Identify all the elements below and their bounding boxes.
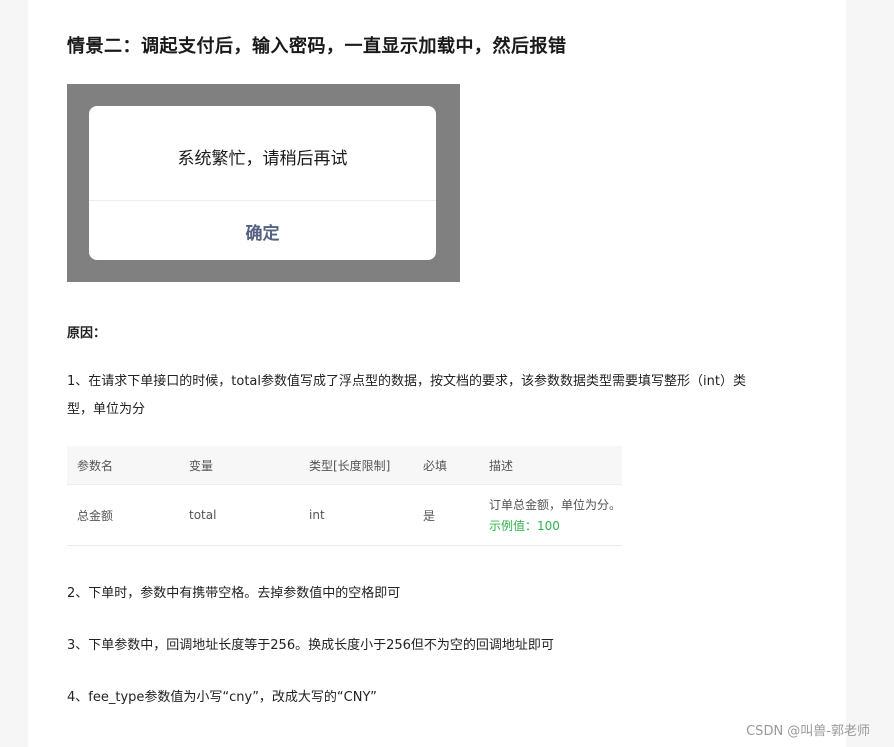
header-required: 必填 <box>413 446 479 485</box>
example-value: 示例值：100 <box>489 519 560 533</box>
cell-type: int <box>299 484 413 546</box>
error-screenshot: 系统繁忙，请稍后再试 确定 <box>67 84 460 282</box>
cell-variable: total <box>179 484 299 546</box>
error-dialog: 系统繁忙，请稍后再试 确定 <box>89 106 436 260</box>
reason-1-line-2: 型，单位为分 <box>67 402 146 417</box>
description-text: 订单总金额，单位为分。 <box>489 498 622 512</box>
confirm-button[interactable]: 确定 <box>89 219 436 244</box>
header-type: 类型[长度限制] <box>299 446 413 485</box>
header-description: 描述 <box>479 446 622 485</box>
table-header-row: 参数名 变量 类型[长度限制] 必填 描述 <box>67 446 622 485</box>
parameter-table: 参数名 变量 类型[长度限制] 必填 描述 总金额 total int 是 订单… <box>67 446 622 546</box>
reason-heading: 原因： <box>67 326 107 341</box>
cell-required: 是 <box>413 484 479 546</box>
header-variable: 变量 <box>179 446 299 485</box>
table-row: 总金额 total int 是 订单总金额，单位为分。 示例值：100 <box>67 484 622 546</box>
cell-description: 订单总金额，单位为分。 示例值：100 <box>479 484 622 546</box>
reason-4: 4、fee_type参数值为小写“cny”，改成大写的“CNY” <box>67 690 377 705</box>
section-title: 情景二：调起支付后，输入密码，一直显示加载中，然后报错 <box>67 36 567 57</box>
csdn-watermark: CSDN @叫兽-郭老师 <box>746 724 870 739</box>
dialog-message: 系统繁忙，请稍后再试 <box>177 149 348 169</box>
reason-1-line-1: 1、在请求下单接口的时候，total参数值写成了浮点型的数据，按文档的要求，该参… <box>67 374 746 389</box>
reason-3: 3、下单参数中，回调地址长度等于256。换成长度小于256但不为空的回调地址即可 <box>67 638 554 653</box>
dialog-divider <box>89 200 436 201</box>
reason-1: 1、在请求下单接口的时候，total参数值写成了浮点型的数据，按文档的要求，该参… <box>67 368 807 424</box>
header-param-name: 参数名 <box>67 446 179 485</box>
reason-2: 2、下单时，参数中有携带空格。去掉参数值中的空格即可 <box>67 586 401 601</box>
article-page: 情景二：调起支付后，输入密码，一直显示加载中，然后报错 系统繁忙，请稍后再试 确… <box>28 0 846 747</box>
cell-param-name: 总金额 <box>67 484 179 546</box>
